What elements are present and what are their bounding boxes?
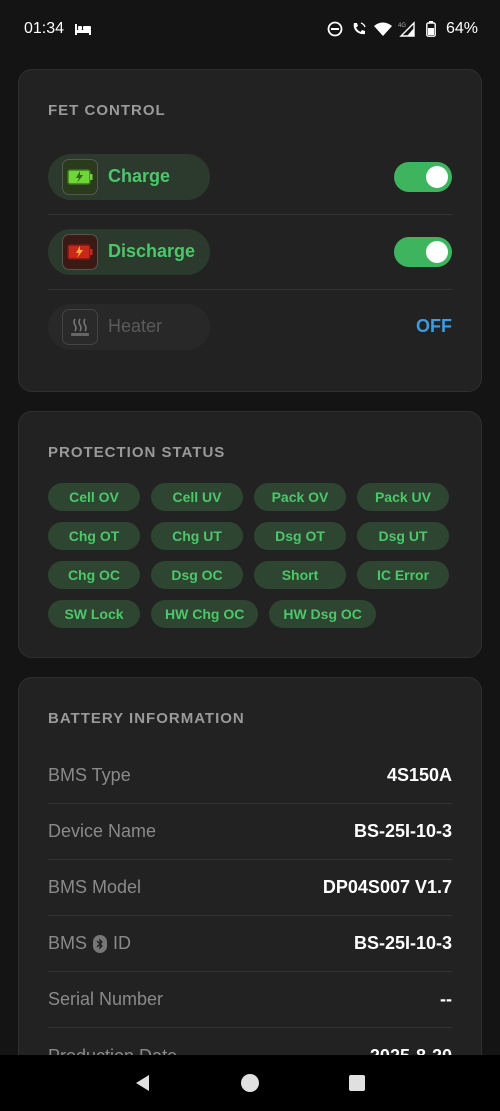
battery-icon (422, 20, 440, 38)
fet-control-card: FET CONTROL Charge Discharge Heater OFF (18, 69, 482, 392)
info-row-device-name: Device Name BS-25I-10-3 (48, 804, 452, 860)
fet-row-discharge: Discharge (48, 214, 452, 289)
info-key-suffix: ID (113, 933, 132, 953)
info-key: Serial Number (48, 989, 164, 1009)
wifi-icon (373, 20, 392, 38)
info-value: DP04S007 V1.7 (322, 877, 452, 897)
info-value: 4S150A (386, 765, 452, 785)
heater-icon (62, 308, 98, 345)
status-time: 01:34 (24, 20, 65, 37)
wifi-calling-icon (350, 20, 368, 38)
info-key: BMS (48, 933, 88, 953)
heater-state-label: OFF (416, 316, 452, 336)
info-value: -- (440, 989, 452, 1009)
charge-pill[interactable]: Charge (48, 153, 210, 200)
battery-percent: 64% (445, 20, 478, 37)
protection-chip: Cell UV (151, 483, 243, 511)
back-icon[interactable] (123, 1063, 163, 1103)
signal-icon: 4G (398, 20, 416, 38)
protection-chip: Chg OC (48, 561, 140, 589)
charge-label: Charge (108, 166, 171, 186)
protection-chip: IC Error (357, 561, 449, 589)
info-key: Device Name (48, 821, 157, 841)
bluetooth-icon (93, 934, 108, 953)
discharge-toggle[interactable] (394, 236, 452, 267)
discharge-battery-icon (62, 233, 98, 270)
discharge-pill[interactable]: Discharge (48, 228, 210, 275)
info-row-bms-type: BMS Type 4S150A (48, 748, 452, 804)
info-value: BS-25I-10-3 (353, 821, 452, 841)
protection-chip: SW Lock (48, 600, 140, 628)
status-bar: 01:34 4G 64% (0, 0, 500, 58)
charge-battery-icon (62, 158, 98, 195)
protection-chip: HW Chg OC (151, 600, 259, 628)
protection-chip: HW Dsg OC (269, 600, 376, 628)
info-row-bms-model: BMS Model DP04S007 V1.7 (48, 860, 452, 916)
protection-chip: Pack UV (357, 483, 449, 511)
protection-chip: Dsg OC (151, 561, 243, 589)
protection-chips: Cell OV Cell UV Pack OV Pack UV Chg OT C… (48, 483, 458, 628)
fet-control-title: FET CONTROL (48, 102, 166, 119)
fet-row-heater: Heater OFF (48, 289, 452, 364)
info-key: BMS Type (48, 765, 131, 785)
info-key-bluetooth-id: BMS ID (48, 933, 131, 954)
protection-status-card: PROTECTION STATUS Cell OV Cell UV Pack O… (18, 411, 482, 658)
protection-chip: Pack OV (254, 483, 346, 511)
heater-pill[interactable]: Heater (48, 303, 210, 350)
protection-status-title: PROTECTION STATUS (48, 444, 226, 461)
protection-chip: Dsg OT (254, 522, 346, 550)
home-icon[interactable] (230, 1063, 270, 1103)
fet-row-charge: Charge (48, 139, 452, 214)
discharge-label: Discharge (108, 241, 196, 261)
info-row-bms-bluetooth-id: BMS ID BS-25I-10-3 (48, 916, 452, 972)
protection-chip: Chg UT (151, 522, 243, 550)
info-row-serial-number: Serial Number -- (48, 972, 452, 1028)
system-nav-bar (0, 1055, 500, 1111)
battery-information-card: BATTERY INFORMATION BMS Type 4S150A Devi… (18, 677, 482, 1097)
dnd-icon (326, 20, 344, 38)
battery-information-title: BATTERY INFORMATION (48, 710, 245, 727)
protection-chip: Chg OT (48, 522, 140, 550)
protection-chip: Short (254, 561, 346, 589)
info-value: BS-25I-10-3 (353, 933, 452, 953)
info-key: BMS Model (48, 877, 142, 897)
protection-chip: Dsg UT (357, 522, 449, 550)
svg-text:4G: 4G (398, 23, 406, 29)
recents-icon[interactable] (337, 1063, 377, 1103)
heater-label: Heater (108, 316, 163, 336)
protection-chip: Cell OV (48, 483, 140, 511)
charge-toggle[interactable] (394, 161, 452, 192)
bed-icon (74, 20, 92, 38)
